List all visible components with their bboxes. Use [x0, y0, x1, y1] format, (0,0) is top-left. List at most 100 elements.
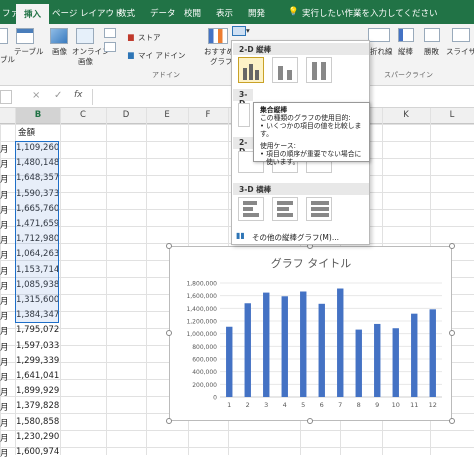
- line-sparkline-button[interactable]: 折れ線: [370, 46, 393, 57]
- shapes-icon[interactable]: [104, 28, 116, 38]
- my-addins-button[interactable]: マイ アドイン: [138, 50, 185, 61]
- cell-month-label[interactable]: 月: [0, 280, 14, 292]
- cell-amount[interactable]: 1,299,339: [16, 356, 59, 366]
- percent-stacked-column-option[interactable]: [306, 57, 332, 83]
- cell-month-label[interactable]: 月: [0, 417, 14, 429]
- column-sparkline-icon[interactable]: [398, 28, 414, 42]
- tab-data[interactable]: データ: [150, 7, 176, 19]
- tab-view[interactable]: 表示: [216, 7, 233, 19]
- resize-handle-tl[interactable]: [166, 243, 172, 249]
- cell-amount[interactable]: 1,641,041: [16, 371, 59, 381]
- chart-bar[interactable]: [374, 323, 381, 397]
- cell-month-label[interactable]: 月: [0, 234, 14, 246]
- tell-me-box[interactable]: 実行したい作業を入力してください: [302, 7, 438, 19]
- resize-handle-ml[interactable]: [166, 330, 172, 336]
- slicer-icon[interactable]: [452, 28, 470, 42]
- column-header-f[interactable]: F: [188, 110, 228, 120]
- picture-button[interactable]: 画像: [52, 46, 67, 57]
- smartart-icon[interactable]: [104, 42, 116, 52]
- winloss-sparkline-button[interactable]: 勝敗: [424, 46, 439, 57]
- resize-handle-bl[interactable]: [166, 418, 172, 424]
- column-sparkline-button[interactable]: 縦棒: [398, 46, 413, 57]
- cell-amount[interactable]: 1,230,290: [16, 432, 59, 442]
- cell-month-label[interactable]: 月: [0, 219, 14, 231]
- cell-month-label[interactable]: 月: [0, 189, 14, 201]
- cell-month-label[interactable]: 月: [0, 341, 14, 353]
- tab-formulas[interactable]: 数式: [118, 7, 135, 19]
- tab-review[interactable]: 校閲: [184, 7, 201, 19]
- online-picture-icon[interactable]: [76, 28, 94, 44]
- resize-handle-bc[interactable]: [307, 418, 313, 424]
- chart-object[interactable]: グラフ タイトル 0 200,000 400,000 600,000 800,000 1,…: [169, 246, 452, 421]
- cell-amount[interactable]: 1,600,974: [16, 447, 59, 457]
- chart-bar[interactable]: [281, 296, 288, 397]
- cell-month-label[interactable]: 月: [0, 386, 14, 398]
- cell-month-label[interactable]: 月: [0, 325, 14, 337]
- column-header-k[interactable]: K: [382, 110, 430, 120]
- 3d-stacked-bar-option[interactable]: [272, 197, 298, 221]
- chart-bar[interactable]: [263, 292, 270, 397]
- cell-amount[interactable]: 1,795,072: [16, 325, 59, 335]
- cell-month-label[interactable]: 月: [0, 204, 14, 216]
- 3d-percent-stacked-bar-option[interactable]: [306, 197, 332, 221]
- chart-bar[interactable]: [411, 313, 418, 397]
- picture-icon[interactable]: [50, 28, 68, 44]
- cell-month-label[interactable]: 月: [0, 401, 14, 413]
- table-button[interactable]: テーブル: [14, 46, 44, 57]
- cell-month-label[interactable]: 月: [0, 356, 14, 368]
- cell-month-label[interactable]: 月: [0, 158, 14, 170]
- cell-month-label[interactable]: 月: [0, 173, 14, 185]
- line-sparkline-icon[interactable]: [368, 28, 390, 42]
- chart-bar[interactable]: [300, 291, 307, 397]
- cell-month-label[interactable]: 月: [0, 249, 14, 261]
- cell-month-label[interactable]: 月: [0, 447, 14, 459]
- cancel-icon[interactable]: ×: [32, 90, 40, 101]
- column-header-c[interactable]: C: [60, 110, 106, 120]
- chart-bar[interactable]: [244, 303, 251, 397]
- chart-title[interactable]: グラフ タイトル: [271, 256, 352, 270]
- chart-bar[interactable]: [337, 288, 344, 397]
- store-button[interactable]: ストア: [138, 32, 161, 43]
- cell-header-amount[interactable]: 金額: [16, 126, 58, 138]
- chart-bar[interactable]: [355, 329, 362, 397]
- cell-month-label[interactable]: 月: [0, 143, 14, 155]
- cell-amount[interactable]: 1,379,828: [16, 401, 59, 411]
- cell-month-label[interactable]: 月: [0, 310, 14, 322]
- cell-month-label[interactable]: 月: [0, 432, 14, 444]
- insert-function-icon[interactable]: fx: [74, 90, 83, 100]
- tab-insert[interactable]: 挿入: [16, 4, 50, 24]
- chart-bar[interactable]: [318, 303, 325, 397]
- enter-icon[interactable]: ✓: [54, 90, 62, 101]
- more-column-charts-link[interactable]: その他の縦棒グラフ(M)...: [252, 232, 339, 243]
- slicer-button[interactable]: スライサー: [446, 46, 474, 57]
- 3d-clustered-bar-option[interactable]: [238, 197, 264, 221]
- tab-page-layout[interactable]: ページ レイアウト: [52, 7, 123, 19]
- cell-month-label[interactable]: 月: [0, 295, 14, 307]
- resize-handle-br[interactable]: [449, 418, 455, 424]
- column-chart-dropdown-icon[interactable]: [232, 26, 246, 36]
- column-header-e[interactable]: E: [146, 110, 188, 120]
- resize-handle-mr[interactable]: [449, 330, 455, 336]
- clustered-column-option[interactable]: [238, 57, 264, 83]
- winloss-sparkline-icon[interactable]: [424, 28, 440, 42]
- cell-amount[interactable]: 1,580,858: [16, 417, 59, 427]
- column-header-d[interactable]: D: [106, 110, 146, 120]
- column-header-l[interactable]: L: [430, 110, 474, 120]
- stacked-column-option[interactable]: [272, 57, 298, 83]
- chart-bar[interactable]: [429, 309, 436, 397]
- name-box[interactable]: [0, 90, 12, 104]
- cell-amount[interactable]: 1,597,033: [16, 341, 59, 351]
- formula-input[interactable]: [92, 89, 232, 105]
- 3d-column-option[interactable]: [238, 103, 250, 127]
- tab-developer[interactable]: 開発: [248, 7, 265, 19]
- table-icon[interactable]: [16, 28, 34, 44]
- resize-handle-tr[interactable]: [449, 243, 455, 249]
- cell-month-label[interactable]: 月: [0, 265, 14, 277]
- chart-bar[interactable]: [392, 328, 399, 397]
- chevron-down-icon[interactable]: ▾: [246, 26, 250, 35]
- cell-month-label[interactable]: 月: [0, 371, 14, 383]
- recommended-charts-icon[interactable]: [208, 28, 228, 44]
- chart-bar[interactable]: [226, 326, 233, 397]
- cell-amount[interactable]: 1,899,929: [16, 386, 59, 396]
- column-header-b[interactable]: B: [16, 108, 60, 123]
